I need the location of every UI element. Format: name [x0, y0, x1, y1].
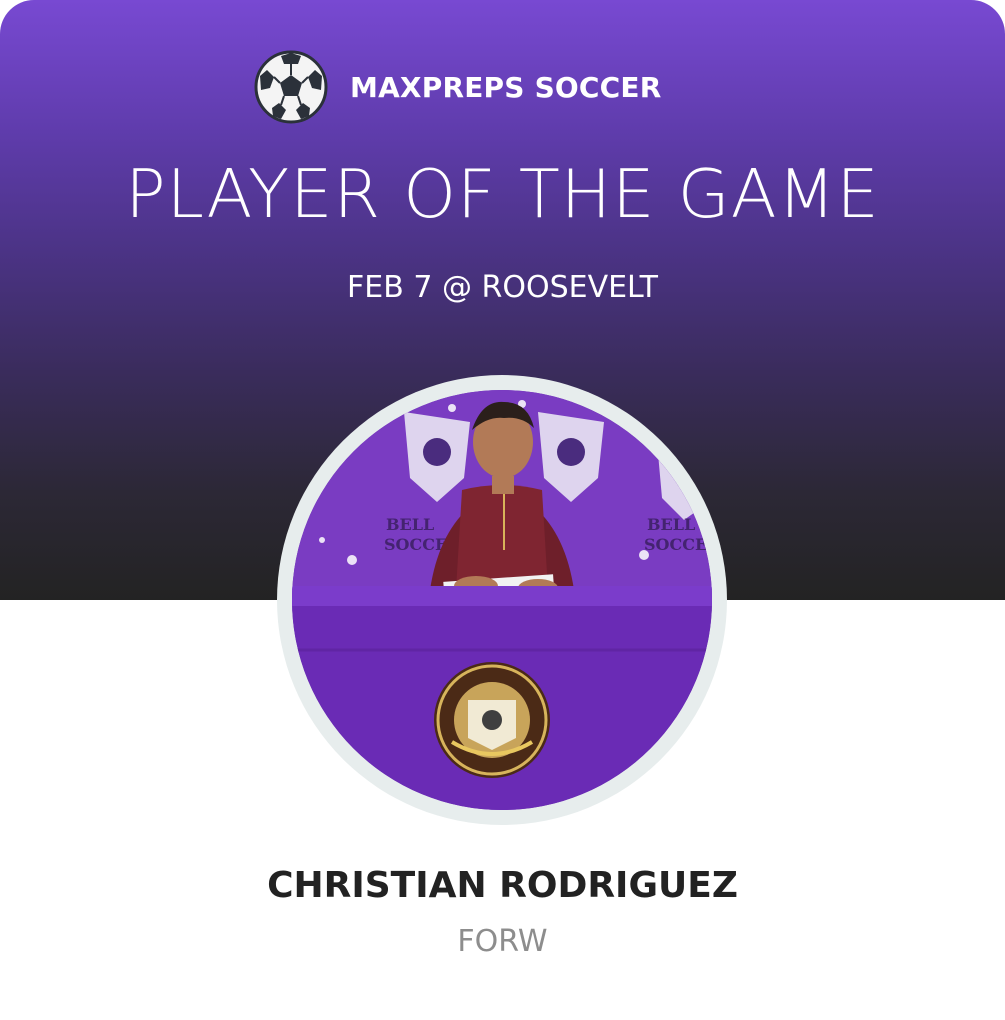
brand-header: MAXPREPS SOCCER — [254, 50, 662, 124]
svg-text:SOCCER: SOCCER — [644, 535, 712, 554]
player-of-the-game-card: MAXPREPS SOCCER PLAYER OF THE GAME FEB 7… — [0, 0, 1005, 1020]
game-info: FEB 7 @ ROOSEVELT — [347, 270, 658, 305]
brand-name: MAXPREPS SOCCER — [350, 70, 662, 104]
page-title: PLAYER OF THE GAME — [125, 155, 880, 233]
player-photo: BELL SOCCER BELL SOCCER — [292, 390, 712, 810]
player-name: CHRISTIAN RODRIGUEZ — [267, 865, 738, 906]
svg-text:BELL: BELL — [647, 515, 695, 534]
player-position: FORW — [457, 924, 548, 959]
soccer-ball-icon — [254, 50, 328, 124]
svg-text:BELL: BELL — [386, 515, 434, 534]
